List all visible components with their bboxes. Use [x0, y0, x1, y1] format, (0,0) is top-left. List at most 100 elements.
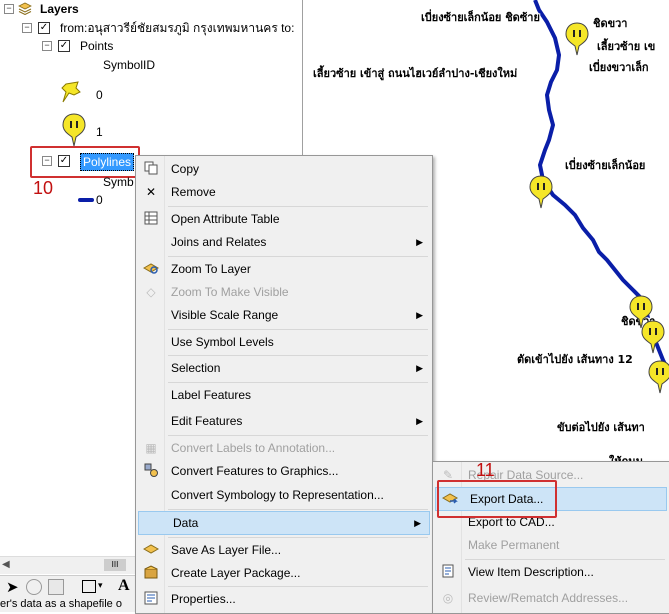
submenu-arrow-icon: ▶ [416, 237, 423, 247]
menu-item-convert-labels-to-annotation[interactable]: ▦ Convert Labels to Annotation... [137, 437, 431, 459]
visibility-checkbox[interactable]: ✓ [58, 40, 70, 52]
layers-icon [18, 2, 32, 16]
menu-item-label: View Item Description... [468, 565, 594, 579]
menu-item-review-rematch-addresses[interactable]: ◎ Review/Rematch Addresses... [434, 587, 668, 609]
polylines-field-name: Symb [103, 175, 134, 189]
menu-item-label: Save As Layer File... [171, 543, 282, 557]
map-pin-icon[interactable] [565, 22, 589, 56]
text-tool-icon[interactable]: A [118, 577, 130, 595]
menu-separator [168, 256, 428, 257]
points-layer-label: Points [80, 39, 114, 53]
collapse-toggle[interactable]: − [4, 4, 14, 14]
menu-item-visible-scale-range[interactable]: Visible Scale Range ▶ [137, 304, 431, 326]
visibility-checkbox[interactable]: ✓ [38, 22, 50, 34]
menu-item-label: Review/Rematch Addresses... [468, 591, 629, 605]
map-pin-icon[interactable] [529, 175, 553, 209]
menu-item-label: Zoom To Layer [171, 262, 251, 276]
map-pin-icon[interactable] [648, 360, 669, 394]
collapse-toggle[interactable]: − [42, 41, 52, 51]
menu-separator [465, 559, 665, 560]
layer-file-icon [142, 542, 160, 558]
menu-separator [168, 586, 428, 587]
menu-item-label: Selection [171, 361, 221, 375]
menu-item-view-item-description[interactable]: View Item Description... [434, 561, 668, 583]
menu-item-data[interactable]: Data ▶ [138, 511, 430, 535]
dropdown-icon[interactable]: ▾ [98, 580, 103, 591]
draw-rectangle-icon[interactable] [82, 580, 96, 593]
menu-item-label: Zoom To Make Visible [171, 285, 289, 299]
menu-item-label: Use Symbol Levels [171, 335, 274, 349]
menu-separator [168, 329, 428, 330]
menu-item-label: Copy [171, 162, 200, 176]
submenu-arrow-icon: ▶ [416, 310, 423, 320]
menu-separator [168, 355, 428, 356]
menu-item-label: Edit Features [171, 414, 243, 428]
menu-item-label: Make Permanent [468, 538, 560, 552]
menu-item-label: Convert Features to Graphics... [171, 464, 339, 478]
menu-item-use-symbol-levels[interactable]: Use Symbol Levels [137, 331, 431, 353]
horizontal-scrollbar[interactable]: ◀ III [0, 556, 135, 574]
toc-root-label: Layers [40, 2, 79, 16]
remove-icon: ✕ [145, 185, 157, 199]
menu-item-label: Convert Labels to Annotation... [171, 441, 336, 455]
menu-item-copy[interactable]: Copy [137, 158, 431, 180]
rematch-icon: ◎ [442, 591, 454, 605]
map-label: ตัดเข้าไปยัง เส้นทาง 12 [517, 353, 633, 366]
map-label: ชิดขวา [593, 17, 628, 30]
identify-icon[interactable] [48, 579, 64, 595]
scroll-left-icon[interactable]: ◀ [2, 559, 10, 570]
menu-item-zoom-to-layer[interactable]: Zoom To Layer [137, 258, 431, 280]
copy-icon [143, 161, 159, 177]
zoom-visible-icon: ◇ [146, 285, 156, 299]
menu-item-convert-symbology-to-representation[interactable]: Convert Symbology to Representation... [137, 484, 431, 506]
map-label: เบี่ยงซ้ายเล็กน้อย [565, 159, 646, 172]
menu-item-create-layer-package[interactable]: Create Layer Package... [137, 562, 431, 584]
menu-item-label: Create Layer Package... [171, 566, 301, 580]
menu-item-open-attribute-table[interactable]: Open Attribute Table [137, 208, 431, 230]
description-icon [440, 564, 456, 580]
menu-separator [168, 435, 428, 436]
menu-item-label: Data [173, 516, 199, 530]
properties-icon [143, 591, 159, 607]
group-layer-label: from:อนุสาวรีย์ชัยสมรภูมิ กรุงเทพมหานคร … [60, 21, 295, 35]
push-pin-icon [60, 80, 88, 108]
layer-package-icon [143, 565, 159, 581]
map-label: ขับต่อไปยัง เส้นทา [557, 421, 645, 434]
menu-item-edit-features[interactable]: Edit Features ▶ [137, 410, 431, 432]
graphics-icon [143, 463, 159, 479]
menu-separator [168, 509, 428, 510]
menu-item-properties[interactable]: Properties... [137, 588, 431, 610]
menu-item-zoom-to-make-visible[interactable]: ◇ Zoom To Make Visible [137, 281, 431, 303]
menu-item-label: Properties... [171, 592, 236, 606]
menu-separator [168, 537, 428, 538]
menu-item-label: Label Features [171, 388, 252, 402]
menu-item-label-features[interactable]: Label Features [137, 384, 431, 406]
zoom-layer-icon [142, 261, 160, 277]
menu-item-selection[interactable]: Selection ▶ [137, 357, 431, 379]
menu-item-make-permanent[interactable]: Make Permanent [434, 534, 668, 556]
annotation-icon: ▦ [145, 441, 157, 455]
collapse-toggle[interactable]: − [22, 23, 32, 33]
step-11-number: 11 [476, 460, 495, 480]
layer-context-menu: Copy ✕ Remove Open Attribute Table Joins… [135, 155, 433, 614]
menu-separator [168, 206, 428, 207]
status-text: er's data as a shapefile o [0, 598, 122, 610]
points-class-0-label: 0 [96, 88, 103, 102]
menu-item-joins-and-relates[interactable]: Joins and Relates ▶ [137, 231, 431, 253]
menu-item-label: Joins and Relates [171, 235, 267, 249]
scroll-thumb[interactable]: III [104, 559, 126, 571]
pan-icon[interactable] [26, 579, 42, 595]
map-pin-icon[interactable] [641, 320, 665, 354]
map-label: เลี้ยวซ้าย เข [597, 40, 656, 53]
submenu-arrow-icon: ▶ [416, 363, 423, 373]
menu-item-convert-features-to-graphics[interactable]: Convert Features to Graphics... [137, 460, 431, 482]
menu-separator [168, 382, 428, 383]
step-11-callout-box [437, 480, 557, 518]
select-arrow-icon[interactable]: ➤ [6, 578, 19, 596]
points-class-1-label: 1 [96, 125, 103, 139]
menu-item-remove[interactable]: ✕ Remove [137, 181, 431, 203]
menu-item-label: Open Attribute Table [171, 212, 280, 226]
menu-item-save-as-layer-file[interactable]: Save As Layer File... [137, 539, 431, 561]
line-symbol-swatch [78, 198, 94, 202]
points-field-name: SymbolID [103, 58, 156, 72]
